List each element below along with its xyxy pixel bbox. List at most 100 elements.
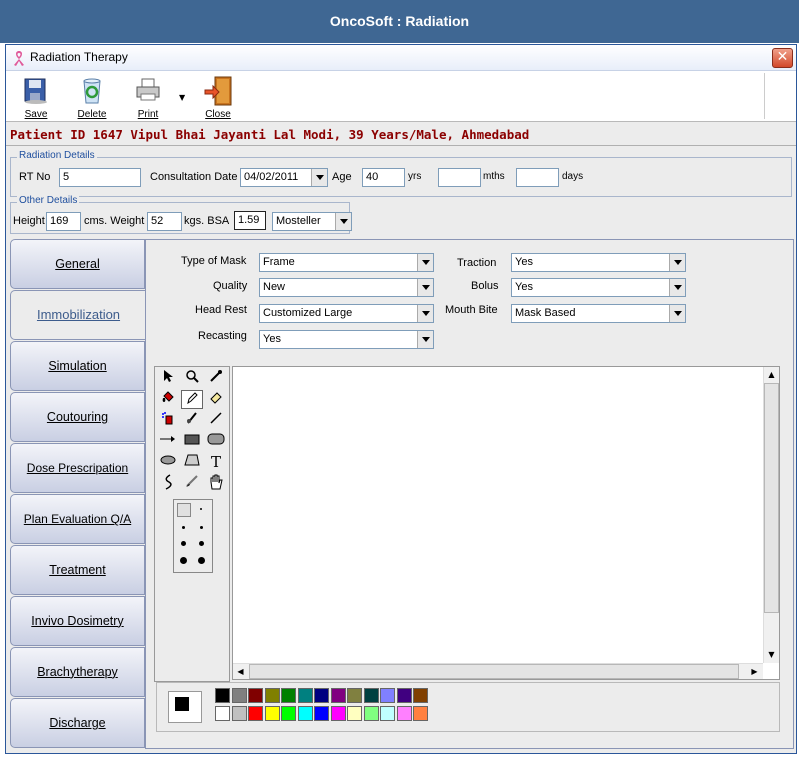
drawing-canvas[interactable] [232,366,780,680]
chevron-down-icon[interactable] [417,305,433,322]
color-swatch[interactable] [413,706,428,721]
tab-simulation[interactable]: Simulation [10,341,145,391]
rounded-rect-tool[interactable] [205,432,227,451]
rectangle-tool[interactable] [181,432,203,451]
select-arrow-tool[interactable] [157,369,179,388]
color-swatch[interactable] [248,706,263,721]
color-swatch[interactable] [215,706,230,721]
color-picker-tool[interactable] [205,369,227,388]
color-swatch[interactable] [330,688,346,703]
brush-size-selected[interactable] [177,503,191,517]
color-swatch[interactable] [264,706,280,721]
foreground-color[interactable] [175,697,189,711]
brush-size-7[interactable] [198,557,205,564]
color-swatch[interactable] [396,706,412,721]
color-swatch[interactable] [264,688,280,703]
bolus-select[interactable]: Yes [511,278,686,297]
color-swatch[interactable] [281,706,296,721]
color-swatch[interactable] [248,688,263,703]
ellipse-tool[interactable] [157,453,179,472]
horizontal-scroll-thumb[interactable] [249,664,739,679]
fill-tool[interactable] [157,390,179,409]
canvas-vertical-scrollbar[interactable]: ▲ ▼ [763,367,779,663]
mouth-bite-select[interactable]: Mask Based [511,304,686,323]
age-months-input[interactable] [438,168,481,187]
arrow-tool[interactable] [157,432,179,451]
color-swatch[interactable] [396,688,412,703]
color-swatch[interactable] [363,688,379,703]
scroll-up-icon[interactable]: ▲ [764,367,779,382]
tab-discharge[interactable]: Discharge [10,698,145,748]
close-button[interactable]: Close [196,73,240,120]
print-dropdown-arrow[interactable]: ▼ [179,93,185,102]
tab-plan-evaluation[interactable]: Plan Evaluation Q/A [10,494,145,544]
scroll-down-icon[interactable]: ▼ [764,647,779,662]
polygon-tool[interactable] [181,453,203,472]
brush-size-selector[interactable] [173,499,213,573]
color-swatch[interactable] [380,706,395,721]
brush-size-1[interactable] [200,508,202,510]
chevron-down-icon[interactable] [417,331,433,348]
eraser-tool[interactable] [205,390,227,409]
text-tool[interactable]: T [205,453,227,472]
chevron-down-icon[interactable] [417,279,433,296]
tab-coutouring[interactable]: Coutouring [10,392,145,442]
consultation-date-picker[interactable]: 04/02/2011 [240,168,328,187]
chevron-down-icon[interactable] [669,279,685,296]
traction-select[interactable]: Yes [511,253,686,272]
head-rest-select[interactable]: Customized Large [259,304,434,323]
color-swatch[interactable] [231,706,247,721]
height-input[interactable]: 169 [46,212,81,231]
window-close-button[interactable]: ✕ [772,48,793,68]
color-swatch[interactable] [330,706,346,721]
delete-button[interactable]: Delete [70,73,114,120]
save-button[interactable]: Save [14,73,58,120]
tab-immobilization[interactable]: Immobilization [10,290,146,340]
brush-size-2[interactable] [182,526,185,529]
brush-size-4[interactable] [181,541,186,546]
brush-size-5[interactable] [199,541,204,546]
pan-tool[interactable] [205,474,227,493]
color-swatch[interactable] [380,688,395,703]
spray-tool[interactable] [157,411,179,430]
color-swatch[interactable] [231,688,247,703]
type-of-mask-select[interactable]: Frame [259,253,434,272]
color-swatch[interactable] [314,688,329,703]
pencil-tool[interactable] [181,390,203,409]
color-swatch[interactable] [215,688,230,703]
color-swatch[interactable] [297,688,313,703]
chevron-down-icon[interactable] [417,254,433,271]
color-swatch[interactable] [413,688,428,703]
weight-input[interactable]: 52 [147,212,182,231]
chevron-down-icon[interactable] [335,213,351,230]
chevron-down-icon[interactable] [311,169,327,186]
age-days-input[interactable] [516,168,559,187]
canvas-horizontal-scrollbar[interactable]: ◀ ▶ [233,663,763,679]
paintbrush-tool[interactable] [181,474,203,493]
color-swatch[interactable] [347,706,362,721]
zoom-tool[interactable] [181,369,203,388]
tab-brachytherapy[interactable]: Brachytherapy [10,647,145,697]
scroll-left-icon[interactable]: ◀ [233,664,248,679]
color-swatch[interactable] [314,706,329,721]
tab-treatment[interactable]: Treatment [10,545,145,595]
color-swatch[interactable] [363,706,379,721]
color-swatch[interactable] [347,688,362,703]
print-button[interactable]: Print [126,73,170,120]
color-swatch[interactable] [281,688,296,703]
line-tool[interactable] [205,411,227,430]
brush-size-3[interactable] [200,526,203,529]
quality-select[interactable]: New [259,278,434,297]
brush-tool[interactable] [181,411,203,430]
scroll-right-icon[interactable]: ▶ [747,664,762,679]
tab-general[interactable]: General [10,239,145,289]
brush-size-6[interactable] [180,557,187,564]
chevron-down-icon[interactable] [669,305,685,322]
curve-tool[interactable] [157,474,179,493]
recasting-select[interactable]: Yes [259,330,434,349]
vertical-scroll-thumb[interactable] [764,383,779,613]
color-swatch[interactable] [297,706,313,721]
tab-dose-prescripation[interactable]: Dose Prescripation [10,443,145,493]
chevron-down-icon[interactable] [669,254,685,271]
tab-invivo-dosimetry[interactable]: Invivo Dosimetry [10,596,145,646]
